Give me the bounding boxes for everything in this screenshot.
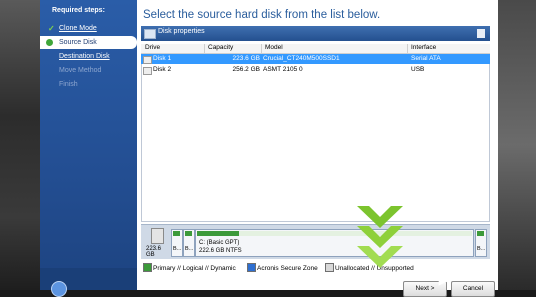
partition-c[interactable]: C: (Basic GPT) 222.6 GB NTFS: [195, 229, 474, 257]
step-move-method: Move Method: [40, 64, 137, 77]
desktop-background-left: [0, 0, 40, 290]
partition-fill: [477, 231, 484, 236]
step-label: Clone Mode: [59, 25, 97, 32]
chevron-down-icon: [357, 246, 403, 268]
partition-label: B...: [477, 246, 486, 252]
required-steps-title: Required steps:: [52, 7, 105, 14]
unallocated-swatch-icon: [325, 263, 334, 272]
table-header: Drive Capacity Model Interface: [141, 44, 490, 54]
partition-small-1[interactable]: B...: [171, 229, 183, 257]
cell-interface: Serial ATA: [411, 55, 441, 62]
cell-model: Crucial_CT240M500SSD1: [263, 55, 340, 62]
column-header-capacity[interactable]: Capacity: [208, 44, 233, 51]
columns-icon[interactable]: [477, 29, 485, 38]
acronis-zone-swatch-icon: [247, 263, 256, 272]
clone-disk-wizard: Required steps: ✓ Clone Mode Source Disk…: [40, 0, 498, 297]
partition-used-fill: [197, 231, 239, 236]
disk-properties-bar: Disk properties: [141, 26, 490, 41]
cell-capacity: 223.6 GB: [232, 55, 260, 62]
primary-swatch-icon: [143, 263, 152, 272]
partition-small-2[interactable]: B...: [183, 229, 195, 257]
partition-legend: Primary // Logical // Dynamic Acronis Se…: [141, 263, 490, 274]
disk-icon: [144, 29, 156, 39]
cell-drive: Disk 1: [153, 55, 172, 62]
column-separator[interactable]: [407, 44, 408, 53]
column-separator[interactable]: [204, 44, 205, 53]
main-panel: Select the source hard disk from the lis…: [137, 0, 498, 290]
check-icon: ✓: [48, 24, 55, 33]
partition-free-fill: [239, 231, 472, 236]
step-label: Finish: [59, 81, 78, 88]
partition-fill: [185, 231, 192, 236]
step-label: Source Disk: [59, 39, 97, 46]
partition-detail: 222.6 GB NTFS: [199, 248, 242, 254]
help-icon[interactable]: [51, 281, 67, 297]
wizard-sidebar: Required steps: ✓ Clone Mode Source Disk…: [40, 0, 137, 297]
hard-disk-icon: [143, 67, 152, 75]
cell-interface: USB: [411, 66, 425, 73]
cell-model: ASMT 2105 0: [263, 66, 303, 73]
partition-label: B...: [185, 246, 194, 252]
disk-capacity: 223.6 GB: [146, 246, 162, 258]
step-clone-mode[interactable]: ✓ Clone Mode: [40, 22, 137, 35]
step-source-disk[interactable]: Source Disk: [40, 36, 137, 49]
column-header-model[interactable]: Model: [265, 44, 283, 51]
chevron-down-icon: [357, 206, 403, 228]
table-row[interactable]: Disk 1 223.6 GB Crucial_CT240M500SSD1 Se…: [141, 54, 490, 64]
column-header-drive[interactable]: Drive: [145, 44, 160, 51]
partition-label: B...: [173, 246, 182, 252]
column-separator[interactable]: [261, 44, 262, 53]
hard-disk-icon: [151, 228, 164, 244]
column-header-interface[interactable]: Interface: [411, 44, 436, 51]
hard-disk-icon: [143, 56, 152, 64]
current-step-icon: [46, 39, 53, 46]
table-row[interactable]: Disk 2 256.2 GB ASMT 2105 0 USB: [141, 65, 490, 75]
cell-drive: Disk 2: [153, 66, 172, 73]
partition-fill: [173, 231, 180, 236]
desktop-background-right: [498, 0, 536, 290]
step-destination-disk[interactable]: Destination Disk: [40, 50, 137, 63]
page-heading: Select the source hard disk from the lis…: [143, 9, 381, 21]
disk-summary: 223.6 GB: [146, 228, 170, 258]
cell-capacity: 256.2 GB: [232, 66, 260, 73]
legend-primary: Primary // Logical // Dynamic: [153, 265, 236, 272]
disk-layout-map: 223.6 GB B... B... C: (Basic GPT) 222.6 …: [141, 224, 490, 259]
partition-small-3[interactable]: B...: [475, 229, 487, 257]
cancel-button[interactable]: Cancel: [451, 281, 495, 297]
step-finish: Finish: [40, 78, 137, 91]
disk-properties-button[interactable]: Disk properties: [158, 28, 205, 35]
step-label: Destination Disk: [59, 53, 110, 60]
partition-name: C: (Basic GPT): [199, 240, 240, 246]
legend-acronis: Acronis Secure Zone: [257, 265, 318, 272]
chevron-down-icon: [357, 226, 403, 248]
step-label: Move Method: [59, 67, 102, 74]
